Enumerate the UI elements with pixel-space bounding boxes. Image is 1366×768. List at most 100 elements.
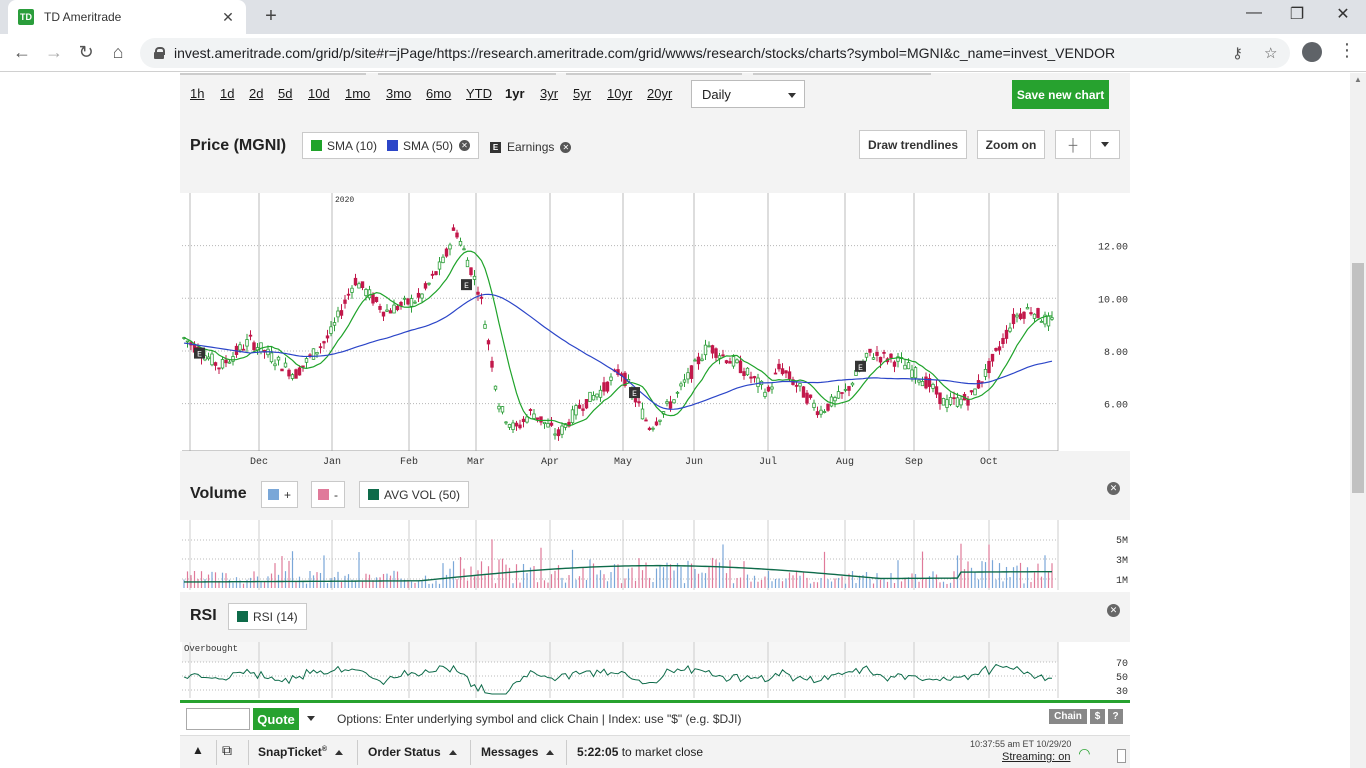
candle-up — [682, 379, 687, 383]
forward-icon[interactable]: → — [42, 42, 66, 63]
minimize-icon[interactable]: — — [1239, 4, 1269, 22]
candle-down — [287, 369, 291, 377]
save-new-chart-button[interactable]: Save new chart — [1012, 80, 1109, 109]
candle-down — [1001, 338, 1005, 344]
candle-down — [434, 271, 438, 275]
window-close-icon[interactable]: ✕ — [1328, 4, 1358, 24]
new-tab-icon[interactable]: + — [259, 5, 283, 28]
help-button[interactable]: ? — [1108, 709, 1123, 724]
candle-down — [784, 370, 788, 374]
zoom-on-button[interactable]: Zoom on — [977, 130, 1045, 159]
volume-up-label: + — [284, 487, 292, 502]
candle-down — [252, 342, 256, 351]
dollar-button[interactable]: $ — [1090, 709, 1105, 724]
remove-sma-icon[interactable]: ✕ — [459, 140, 471, 151]
browser-menu-icon[interactable]: ⋮ — [1338, 40, 1356, 61]
candle-up — [420, 293, 424, 299]
snapticket-label: SnapTicket — [258, 745, 322, 759]
toolbar-stub — [753, 73, 931, 75]
close-rsi-icon[interactable]: ✕ — [1107, 604, 1120, 617]
profile-avatar-icon[interactable] — [1302, 42, 1322, 62]
back-icon[interactable]: ← — [10, 42, 34, 63]
candle-up — [304, 358, 309, 363]
snapticket-button[interactable]: SnapTicket® — [258, 745, 343, 759]
tab-title: TD Ameritrade — [44, 10, 122, 24]
remove-earnings-icon[interactable]: ✕ — [560, 141, 572, 153]
range-1yr[interactable]: 1yr — [505, 86, 525, 101]
candle-up — [385, 309, 389, 312]
range-20yr[interactable]: 20yr — [647, 86, 672, 101]
range-10d[interactable]: 10d — [308, 86, 330, 101]
streaming-link[interactable]: Streaming: on — [1002, 751, 1070, 763]
candle-down — [518, 424, 522, 429]
messages-button[interactable]: Messages — [481, 745, 555, 759]
price-chart[interactable]: 2020 12.00 10.00 8.00 6.00 Dec Jan Feb Mar Apr May… — [180, 193, 1130, 470]
candle-up — [665, 401, 669, 404]
scroll-thumb[interactable] — [1352, 263, 1364, 493]
range-2d[interactable]: 2d — [249, 86, 263, 101]
url-field[interactable]: invest.ameritrade.com/grid/p/site#r=jPag… — [140, 38, 1290, 68]
candle-up — [675, 391, 680, 394]
candle-up — [819, 409, 823, 415]
reload-icon[interactable]: ↻ — [74, 42, 98, 63]
draw-trendlines-button[interactable]: Draw trendlines — [859, 130, 967, 159]
earnings-marker-label: E — [197, 351, 202, 360]
rsi-chart[interactable]: Overbought 70 50 30 — [180, 642, 1130, 698]
expand-icon[interactable]: ▲ — [192, 743, 204, 757]
popout-icon[interactable]: ⧉ — [222, 742, 232, 759]
candle-up — [357, 283, 361, 289]
quote-dropdown-icon[interactable] — [307, 716, 315, 721]
address-bar: ← → ↻ ⌂ invest.ameritrade.com/grid/p/sit… — [0, 34, 1366, 72]
candle-up — [206, 356, 211, 360]
tab-close-icon[interactable]: ✕ — [220, 9, 236, 26]
rsi-label: RSI (14) — [253, 609, 298, 624]
candle-up — [686, 372, 690, 380]
candle-up — [948, 397, 953, 405]
interval-select[interactable]: Daily — [691, 80, 805, 108]
candle-down — [752, 376, 757, 379]
earnings-marker-label: E — [632, 390, 637, 399]
candle-down — [423, 283, 428, 289]
candle-up — [920, 380, 925, 387]
home-icon[interactable]: ⌂ — [106, 42, 130, 63]
range-3yr[interactable]: 3yr — [540, 86, 558, 101]
candle-up — [500, 406, 505, 413]
avg-vol-legend: AVG VOL (50) — [359, 481, 470, 508]
scroll-up-icon[interactable]: ▲ — [1354, 75, 1362, 84]
volume-chart[interactable]: 5M 3M 1M — [180, 520, 1130, 592]
divider — [566, 740, 567, 765]
range-1d[interactable]: 1d — [220, 86, 234, 101]
key-icon[interactable]: ⚷ — [1232, 44, 1243, 62]
quote-symbol-input[interactable] — [186, 708, 250, 730]
candle-up — [763, 391, 767, 397]
restore-icon[interactable]: ❐ — [1282, 4, 1312, 24]
range-1mo[interactable]: 1mo — [345, 86, 370, 101]
candle-down — [826, 403, 830, 411]
candle-up — [679, 383, 683, 387]
candle-down — [528, 409, 533, 411]
candle-up — [955, 397, 960, 407]
range-1h[interactable]: 1h — [190, 86, 204, 101]
candle-up — [553, 433, 557, 436]
chain-button[interactable]: Chain — [1049, 709, 1087, 724]
candle-up — [231, 356, 235, 362]
order-status-button[interactable]: Order Status — [368, 745, 457, 759]
range-ytd[interactable]: YTD — [466, 86, 492, 101]
range-10yr[interactable]: 10yr — [607, 86, 632, 101]
crosshair-dropdown[interactable]: ┼ — [1055, 130, 1120, 159]
quote-button[interactable]: Quote — [253, 708, 299, 730]
page-scrollbar[interactable]: ▲ — [1350, 73, 1366, 768]
candle-up — [329, 326, 333, 334]
close-volume-icon[interactable]: ✕ — [1107, 482, 1120, 495]
range-3mo[interactable]: 3mo — [386, 86, 411, 101]
candle-up — [269, 352, 274, 363]
browser-tab[interactable]: TD TD Ameritrade ✕ — [8, 0, 246, 34]
candle-up — [227, 361, 232, 364]
price-x-label: May — [614, 457, 632, 468]
candle-down — [889, 353, 893, 359]
candle-down — [378, 306, 382, 310]
bookmark-star-icon[interactable]: ☆ — [1264, 44, 1277, 62]
range-5d[interactable]: 5d — [278, 86, 292, 101]
range-6mo[interactable]: 6mo — [426, 86, 451, 101]
range-5yr[interactable]: 5yr — [573, 86, 591, 101]
